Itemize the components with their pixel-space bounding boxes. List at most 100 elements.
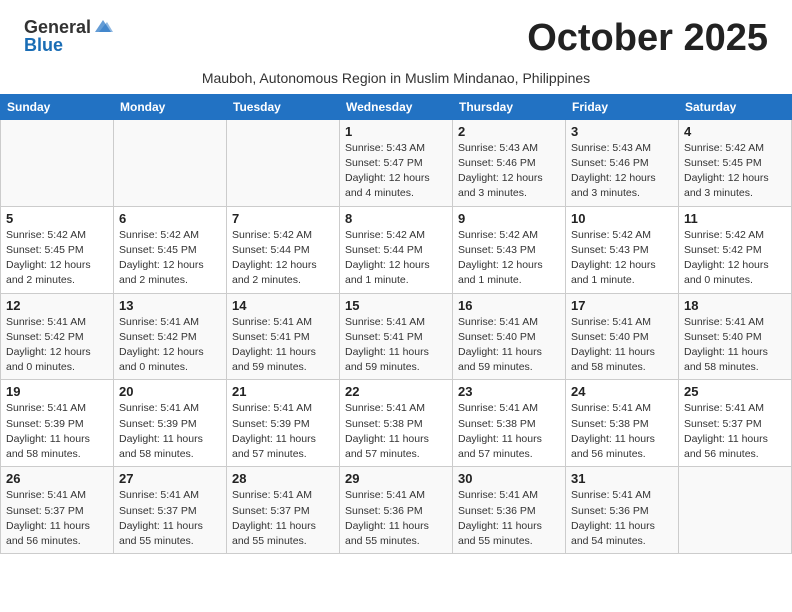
day-detail: Sunrise: 5:43 AM Sunset: 5:46 PM Dayligh… xyxy=(571,141,673,202)
day-number: 13 xyxy=(119,298,221,313)
day-number: 29 xyxy=(345,471,447,486)
weekday-header: Thursday xyxy=(453,94,566,119)
calendar-cell: 20 Sunrise: 5:41 AM Sunset: 5:39 PM Dayli… xyxy=(114,380,227,467)
day-number: 20 xyxy=(119,384,221,399)
day-detail: Sunrise: 5:43 AM Sunset: 5:46 PM Dayligh… xyxy=(458,141,560,202)
day-detail: Sunrise: 5:41 AM Sunset: 5:38 PM Dayligh… xyxy=(345,401,447,462)
logo-general-text: General xyxy=(24,18,91,36)
day-number: 10 xyxy=(571,211,673,226)
day-number: 24 xyxy=(571,384,673,399)
day-number: 6 xyxy=(119,211,221,226)
day-number: 14 xyxy=(232,298,334,313)
calendar-cell xyxy=(679,467,792,554)
day-number: 3 xyxy=(571,124,673,139)
day-detail: Sunrise: 5:42 AM Sunset: 5:45 PM Dayligh… xyxy=(6,228,108,289)
calendar-cell: 24 Sunrise: 5:41 AM Sunset: 5:38 PM Dayli… xyxy=(566,380,679,467)
calendar-cell: 6 Sunrise: 5:42 AM Sunset: 5:45 PM Daylig… xyxy=(114,206,227,293)
calendar-cell: 30 Sunrise: 5:41 AM Sunset: 5:36 PM Dayli… xyxy=(453,467,566,554)
day-number: 27 xyxy=(119,471,221,486)
day-detail: Sunrise: 5:42 AM Sunset: 5:43 PM Dayligh… xyxy=(571,228,673,289)
day-number: 16 xyxy=(458,298,560,313)
week-row: 12 Sunrise: 5:41 AM Sunset: 5:42 PM Dayli… xyxy=(1,293,792,380)
calendar-cell: 26 Sunrise: 5:41 AM Sunset: 5:37 PM Dayli… xyxy=(1,467,114,554)
day-number: 12 xyxy=(6,298,108,313)
day-number: 28 xyxy=(232,471,334,486)
weekday-header: Monday xyxy=(114,94,227,119)
day-number: 30 xyxy=(458,471,560,486)
day-detail: Sunrise: 5:41 AM Sunset: 5:36 PM Dayligh… xyxy=(458,488,560,549)
weekday-header-row: SundayMondayTuesdayWednesdayThursdayFrid… xyxy=(1,94,792,119)
logo-blue-text: Blue xyxy=(24,36,63,54)
calendar-cell: 18Sunrise: 5:41 AM Sunset: 5:40 PM Dayli… xyxy=(679,293,792,380)
day-number: 7 xyxy=(232,211,334,226)
calendar-cell: 4 Sunrise: 5:42 AM Sunset: 5:45 PM Daylig… xyxy=(679,119,792,206)
weekday-header: Sunday xyxy=(1,94,114,119)
day-number: 4 xyxy=(684,124,786,139)
day-detail: Sunrise: 5:41 AM Sunset: 5:38 PM Dayligh… xyxy=(458,401,560,462)
day-detail: Sunrise: 5:42 AM Sunset: 5:45 PM Dayligh… xyxy=(684,141,786,202)
calendar-cell: 31Sunrise: 5:41 AM Sunset: 5:36 PM Dayli… xyxy=(566,467,679,554)
day-number: 9 xyxy=(458,211,560,226)
day-number: 1 xyxy=(345,124,447,139)
calendar-cell xyxy=(114,119,227,206)
calendar-cell: 16 Sunrise: 5:41 AM Sunset: 5:40 PM Dayli… xyxy=(453,293,566,380)
day-detail: Sunrise: 5:41 AM Sunset: 5:39 PM Dayligh… xyxy=(119,401,221,462)
day-number: 2 xyxy=(458,124,560,139)
calendar-cell: 15Sunrise: 5:41 AM Sunset: 5:41 PM Dayli… xyxy=(340,293,453,380)
day-number: 22 xyxy=(345,384,447,399)
day-number: 11 xyxy=(684,211,786,226)
day-number: 19 xyxy=(6,384,108,399)
day-number: 17 xyxy=(571,298,673,313)
day-detail: Sunrise: 5:42 AM Sunset: 5:44 PM Dayligh… xyxy=(232,228,334,289)
day-detail: Sunrise: 5:41 AM Sunset: 5:40 PM Dayligh… xyxy=(458,315,560,376)
day-number: 21 xyxy=(232,384,334,399)
day-detail: Sunrise: 5:41 AM Sunset: 5:40 PM Dayligh… xyxy=(571,315,673,376)
day-detail: Sunrise: 5:43 AM Sunset: 5:47 PM Dayligh… xyxy=(345,141,447,202)
calendar-cell: 5Sunrise: 5:42 AM Sunset: 5:45 PM Daylig… xyxy=(1,206,114,293)
calendar-cell: 2 Sunrise: 5:43 AM Sunset: 5:46 PM Daylig… xyxy=(453,119,566,206)
day-number: 23 xyxy=(458,384,560,399)
week-row: 1 Sunrise: 5:43 AM Sunset: 5:47 PM Daylig… xyxy=(1,119,792,206)
day-detail: Sunrise: 5:42 AM Sunset: 5:45 PM Dayligh… xyxy=(119,228,221,289)
day-detail: Sunrise: 5:41 AM Sunset: 5:39 PM Dayligh… xyxy=(232,401,334,462)
day-number: 8 xyxy=(345,211,447,226)
calendar-cell xyxy=(227,119,340,206)
calendar-cell: 12 Sunrise: 5:41 AM Sunset: 5:42 PM Dayli… xyxy=(1,293,114,380)
calendar-cell: 14 Sunrise: 5:41 AM Sunset: 5:41 PM Dayli… xyxy=(227,293,340,380)
calendar-cell: 11 Sunrise: 5:42 AM Sunset: 5:42 PM Dayli… xyxy=(679,206,792,293)
calendar-cell: 22 Sunrise: 5:41 AM Sunset: 5:38 PM Dayli… xyxy=(340,380,453,467)
logo-icon xyxy=(93,18,113,34)
calendar-cell: 28Sunrise: 5:41 AM Sunset: 5:37 PM Dayli… xyxy=(227,467,340,554)
day-detail: Sunrise: 5:41 AM Sunset: 5:37 PM Dayligh… xyxy=(684,401,786,462)
calendar-cell: 21 Sunrise: 5:41 AM Sunset: 5:39 PM Dayli… xyxy=(227,380,340,467)
day-detail: Sunrise: 5:41 AM Sunset: 5:37 PM Dayligh… xyxy=(119,488,221,549)
week-row: 19 Sunrise: 5:41 AM Sunset: 5:39 PM Dayli… xyxy=(1,380,792,467)
day-number: 25 xyxy=(684,384,786,399)
day-detail: Sunrise: 5:41 AM Sunset: 5:42 PM Dayligh… xyxy=(119,315,221,376)
week-row: 26 Sunrise: 5:41 AM Sunset: 5:37 PM Dayli… xyxy=(1,467,792,554)
day-detail: Sunrise: 5:41 AM Sunset: 5:41 PM Dayligh… xyxy=(232,315,334,376)
day-detail: Sunrise: 5:42 AM Sunset: 5:42 PM Dayligh… xyxy=(684,228,786,289)
calendar-cell: 19 Sunrise: 5:41 AM Sunset: 5:39 PM Dayli… xyxy=(1,380,114,467)
day-detail: Sunrise: 5:41 AM Sunset: 5:42 PM Dayligh… xyxy=(6,315,108,376)
weekday-header: Wednesday xyxy=(340,94,453,119)
day-detail: Sunrise: 5:42 AM Sunset: 5:43 PM Dayligh… xyxy=(458,228,560,289)
weekday-header: Tuesday xyxy=(227,94,340,119)
calendar-cell: 3 Sunrise: 5:43 AM Sunset: 5:46 PM Daylig… xyxy=(566,119,679,206)
day-number: 26 xyxy=(6,471,108,486)
day-detail: Sunrise: 5:41 AM Sunset: 5:37 PM Dayligh… xyxy=(6,488,108,549)
day-detail: Sunrise: 5:41 AM Sunset: 5:38 PM Dayligh… xyxy=(571,401,673,462)
weekday-header: Saturday xyxy=(679,94,792,119)
month-title: October 2025 xyxy=(527,18,768,60)
calendar-cell: 13 Sunrise: 5:41 AM Sunset: 5:42 PM Dayli… xyxy=(114,293,227,380)
day-detail: Sunrise: 5:41 AM Sunset: 5:40 PM Dayligh… xyxy=(684,315,786,376)
calendar-cell: 27 Sunrise: 5:41 AM Sunset: 5:37 PM Dayli… xyxy=(114,467,227,554)
calendar-cell: 7 Sunrise: 5:42 AM Sunset: 5:44 PM Daylig… xyxy=(227,206,340,293)
calendar-cell: 9 Sunrise: 5:42 AM Sunset: 5:43 PM Daylig… xyxy=(453,206,566,293)
day-number: 31 xyxy=(571,471,673,486)
day-number: 15 xyxy=(345,298,447,313)
calendar-cell xyxy=(1,119,114,206)
day-detail: Sunrise: 5:41 AM Sunset: 5:39 PM Dayligh… xyxy=(6,401,108,462)
week-row: 5Sunrise: 5:42 AM Sunset: 5:45 PM Daylig… xyxy=(1,206,792,293)
day-detail: Sunrise: 5:41 AM Sunset: 5:36 PM Dayligh… xyxy=(345,488,447,549)
